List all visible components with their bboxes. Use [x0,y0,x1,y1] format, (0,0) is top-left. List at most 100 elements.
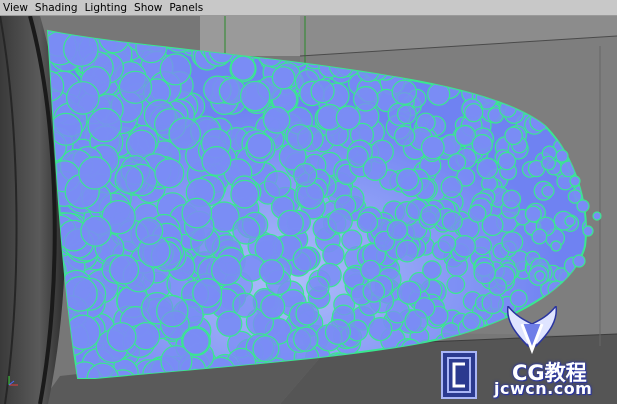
particle-sphere [182,327,210,355]
particle-sphere [310,79,335,104]
particle-sphere [473,261,496,285]
particle-sphere [404,309,429,334]
particle-sphere [232,292,258,318]
particle-sphere [154,158,185,189]
particle-sphere [437,234,457,254]
particle-sphere [582,225,594,237]
particle-sphere [271,66,296,90]
particle-sphere [131,322,161,351]
particle-sphere [440,176,463,199]
particle-sphere [497,151,516,171]
particle-sphere [368,317,393,342]
particle-sphere [394,125,416,147]
particle-sphere [292,246,318,272]
particle-sphere [295,301,320,326]
particle-sphere [362,156,388,181]
particle-sphere [468,204,487,223]
particle-sphere [159,53,192,86]
particle-sphere [550,240,562,252]
watermark-url: jcwcn.com [494,379,593,398]
particle-sphere [504,126,523,146]
particle-sphere [569,175,581,187]
particle-sphere [260,294,286,320]
particle-sphere [422,260,442,280]
particle-sphere [501,231,524,254]
particle-sphere [322,243,345,266]
particle-sphere [192,277,223,308]
particle-sphere [156,294,189,328]
particle-sphere [531,228,548,245]
particle-sphere [362,280,386,303]
particle-sphere [453,235,476,258]
particle-sphere [476,157,499,180]
particle-sphere [335,105,361,131]
particle-sphere [263,106,291,134]
particle-sphere [592,211,602,221]
particle-sphere [541,155,556,171]
particle-sphere [106,322,137,352]
particle-sphere [397,104,417,125]
menu-panels[interactable]: Panels [169,1,203,15]
particle-sphere [395,239,419,263]
maya-viewport-window: View Shading Lighting Show Panels CG教程 j… [0,0,617,404]
particle-sphere [534,270,546,282]
particle-sphere [181,197,213,229]
particle-sphere [356,211,379,233]
particle-sphere [524,205,542,223]
particle-sphere [341,229,363,251]
view-axis-icon [8,376,18,386]
particle-sphere [286,124,314,151]
particle-sphere [305,275,330,300]
particle-sphere [201,146,232,177]
particle-sphere [49,112,83,146]
particle-sphere [78,156,112,190]
particle-sphere [109,254,140,285]
particle-sphere [66,81,100,115]
particle-sphere [464,103,484,123]
watermark: CG教程 jcwcn.com [440,306,617,404]
particle-sphere [509,289,528,308]
particle-sphere [293,162,318,188]
particle-sphere [541,184,555,198]
particle-sphere [263,170,292,199]
particle-sphere [386,219,408,241]
particle-sphere [246,132,273,159]
particle-sphere [324,318,351,345]
particle-sphere [471,134,493,156]
particle-sphere [277,209,304,237]
particle-sphere [80,215,112,247]
particle-sphere [327,208,353,234]
particle-sphere [252,335,280,363]
particle-sphere [501,189,522,209]
particle-sphere [258,259,285,285]
particle-sphere [420,135,445,160]
particle-sphere [87,107,122,143]
menu-shading[interactable]: Shading [35,1,78,15]
particle-sphere [391,79,417,106]
particle-sphere [441,211,463,233]
particle-sphere [230,179,260,209]
particle-sphere [576,199,590,213]
perspective-viewport[interactable]: CG教程 jcwcn.com [0,16,617,404]
particle-sphere [210,254,242,286]
particle-sphere [572,254,586,268]
particle-sphere [472,236,492,256]
panel-menu-bar: View Shading Lighting Show Panels [0,0,617,16]
menu-show[interactable]: Show [134,1,162,15]
particle-sphere [230,55,256,81]
particle-sphere [114,164,144,194]
particle-sphere [447,153,467,172]
particle-sphere [420,204,442,226]
particle-sphere [168,117,201,150]
particle-sphere [564,215,576,227]
particle-sphere [396,168,420,192]
particle-sphere [293,326,319,352]
particle-sphere [118,70,152,104]
menu-lighting[interactable]: Lighting [85,1,127,15]
particle-sphere [352,86,379,112]
menu-view[interactable]: View [3,1,28,15]
particle-sphere [555,149,569,163]
particle-sphere [239,80,271,112]
particle-sphere [481,214,504,237]
particle-sphere [446,275,466,295]
